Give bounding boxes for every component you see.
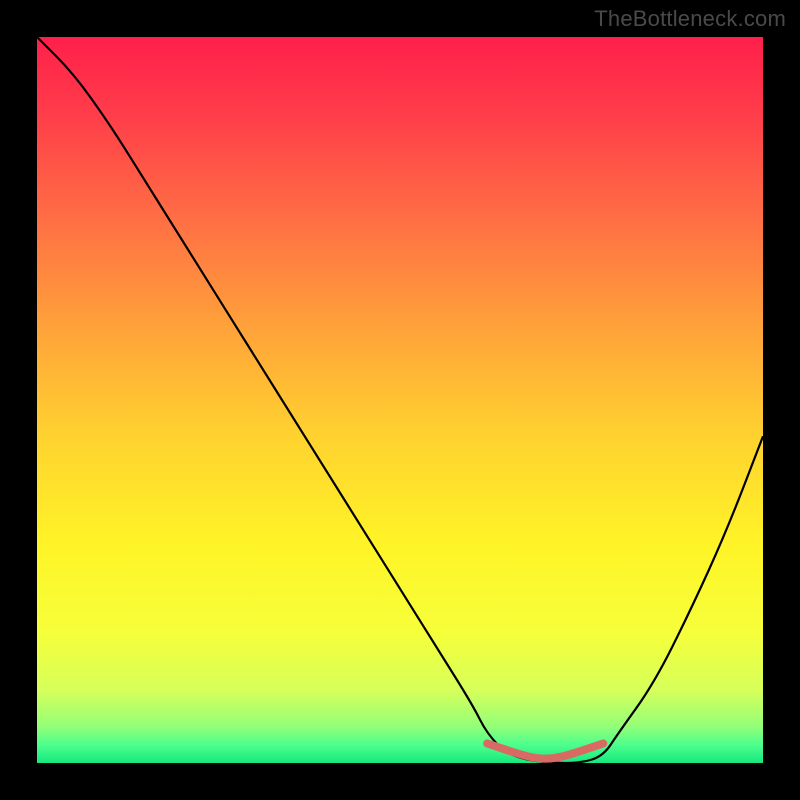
watermark-text: TheBottleneck.com: [594, 6, 786, 32]
chart-frame: TheBottleneck.com: [0, 0, 800, 800]
curve-layer: [37, 37, 763, 763]
valley-highlight: [487, 743, 603, 758]
bottleneck-curve: [37, 37, 763, 763]
plot-area: [37, 37, 763, 763]
